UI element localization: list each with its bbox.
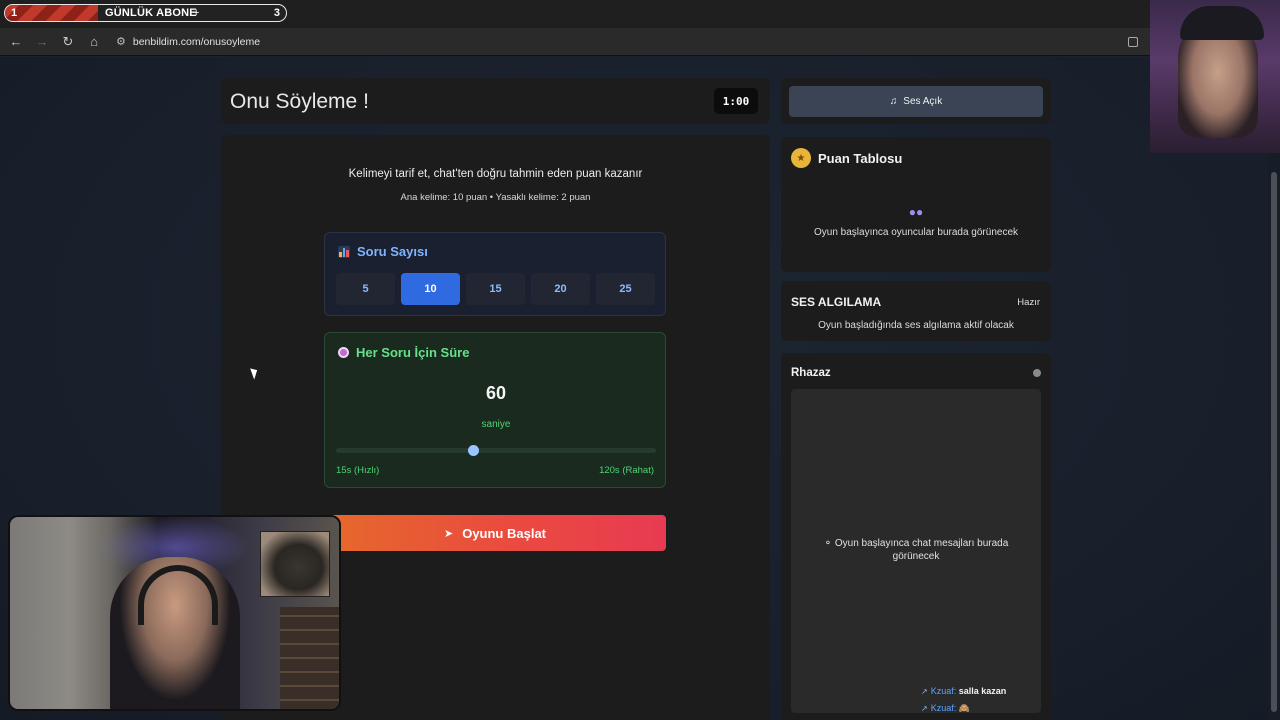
question-count-option[interactable]: 25 bbox=[596, 273, 655, 305]
time-unit: saniye bbox=[481, 419, 511, 430]
question-count-option[interactable]: 5 bbox=[336, 273, 395, 305]
tab-strip: 1 GÜNLÜK ABONE + 3 bbox=[0, 0, 1280, 28]
start-game-button[interactable]: ➤ Oyunu Başlat bbox=[324, 515, 666, 551]
sub-goal-title: GÜNLÜK ABONE bbox=[105, 7, 197, 19]
chat-empty-text: ⚬ Oyun başlayınca chat mesajları burada … bbox=[811, 537, 1021, 563]
gamepad-icon: ●● bbox=[908, 205, 924, 219]
sound-toggle-button[interactable]: ♫ Ses Açık bbox=[789, 86, 1043, 117]
page-scrollbar[interactable] bbox=[1268, 57, 1280, 720]
question-count-option[interactable]: 15 bbox=[466, 273, 525, 305]
url-text: benbildim.com/onusoyleme bbox=[132, 35, 261, 48]
question-count-option[interactable]: 20 bbox=[531, 273, 590, 305]
scoreboard-empty-text: Oyun başlayınca oyuncular burada görünec… bbox=[813, 227, 1019, 238]
time-per-question-section: Her Soru İçin Süre 60 saniye 15s (Hızlı)… bbox=[324, 332, 666, 488]
voice-detection-status: Hazır bbox=[1017, 297, 1040, 308]
chat-message-text: 🙈 bbox=[958, 703, 970, 713]
start-game-label: Oyunu Başlat bbox=[462, 525, 546, 541]
webcam-bookshelf bbox=[280, 607, 339, 709]
home-icon[interactable]: ⌂ bbox=[82, 30, 106, 54]
extension-icon[interactable] bbox=[1128, 36, 1138, 47]
time-slider-max-label: 120s (Rahat) bbox=[599, 465, 654, 476]
trophy-icon: ★ bbox=[791, 148, 811, 168]
time-label-text: Her Soru İçin Süre bbox=[356, 345, 470, 360]
voice-detection-message: Oyun başladığında ses algılama aktif ola… bbox=[818, 320, 1014, 331]
guest-cap bbox=[1180, 6, 1264, 40]
guest-webcam bbox=[1150, 0, 1280, 153]
chat-messages-area[interactable]: ⚬ Oyun başlayınca chat mesajları burada … bbox=[791, 389, 1041, 713]
connection-status-dot bbox=[1033, 369, 1041, 377]
scoring-text: Ana kelime: 10 puan • Yasaklı kelime: 2 … bbox=[400, 192, 591, 203]
chat-username[interactable]: Kzuaf: bbox=[931, 703, 957, 713]
question-count-option-selected[interactable]: 10 bbox=[401, 273, 460, 305]
chat-empty-label: Oyun başlayınca chat mesajları burada gö… bbox=[834, 538, 1009, 562]
time-value: 60 bbox=[485, 383, 507, 403]
site-info-icon[interactable]: ⚙ bbox=[116, 35, 126, 48]
instructions-text: Kelimeyi tarif et, chat'ten doğru tahmin… bbox=[348, 168, 643, 180]
chat-card: Rhazaz ⚬ Oyun başlayınca chat mesajları … bbox=[781, 353, 1051, 720]
sub-goal-plus: + bbox=[193, 7, 200, 19]
address-bar[interactable]: ⚙ benbildim.com/onusoyleme bbox=[112, 30, 1142, 53]
reload-icon[interactable]: ↻ bbox=[56, 30, 80, 54]
time-label: Her Soru İçin Süre bbox=[338, 345, 469, 360]
time-slider-thumb[interactable] bbox=[468, 445, 480, 456]
forward-icon[interactable]: → bbox=[30, 30, 54, 54]
scoreboard-header: ★ Puan Tablosu bbox=[791, 148, 902, 168]
timer-display: 1:00 bbox=[714, 88, 758, 114]
sound-card: ♫ Ses Açık bbox=[781, 78, 1051, 124]
speaker-icon: ♫ bbox=[889, 96, 898, 107]
question-count-label: Soru Sayısı bbox=[338, 244, 428, 259]
chat-message: ↗ Kzuaf: salla kazan bbox=[921, 686, 1006, 696]
voice-detection-title: SES ALGILAMA bbox=[791, 295, 882, 309]
voice-detection-card: SES ALGILAMA Hazır Oyun başladığında ses… bbox=[781, 281, 1051, 341]
sub-goal-current: 1 bbox=[11, 7, 18, 19]
game-header: Onu Söyleme ! 1:00 bbox=[221, 78, 770, 124]
scoreboard-card: ★ Puan Tablosu ●● Oyun başlayınca oyuncu… bbox=[781, 137, 1051, 272]
question-count-options: 5 10 15 20 25 bbox=[336, 273, 655, 305]
back-icon[interactable]: ← bbox=[4, 30, 28, 54]
scrollbar-thumb[interactable] bbox=[1271, 172, 1277, 712]
sub-goal-progress-bar: 1 GÜNLÜK ABONE + 3 bbox=[4, 4, 287, 22]
question-count-label-text: Soru Sayısı bbox=[357, 244, 428, 259]
alarm-clock-icon bbox=[338, 347, 349, 358]
browser-toolbar: ← → ↻ ⌂ ⚙ benbildim.com/onusoyleme bbox=[0, 28, 1280, 56]
chat-message-text: salla kazan bbox=[958, 686, 1007, 696]
time-slider[interactable] bbox=[336, 445, 656, 456]
rocket-icon: ➤ bbox=[443, 527, 454, 540]
page-title: Onu Söyleme ! bbox=[230, 90, 369, 113]
chat-message: ↗ Kzuaf: 🙈 bbox=[921, 703, 970, 714]
sub-goal-progress-fill bbox=[5, 5, 98, 21]
speech-bubble-icon: ⚬ bbox=[823, 538, 835, 549]
question-count-section: Soru Sayısı 5 10 15 20 25 bbox=[324, 232, 666, 316]
pin-icon: ↗ bbox=[921, 687, 928, 696]
chat-username[interactable]: Kzuaf: bbox=[931, 686, 957, 696]
chat-channel-name: Rhazaz bbox=[791, 367, 831, 379]
time-slider-min-label: 15s (Hızlı) bbox=[336, 465, 380, 476]
sound-toggle-label: Ses Açık bbox=[903, 96, 943, 107]
bar-chart-icon bbox=[338, 245, 350, 258]
sub-goal-target: 3 bbox=[273, 7, 280, 19]
scoreboard-title: Puan Tablosu bbox=[818, 150, 903, 166]
secondary-webcam bbox=[260, 531, 330, 597]
pin-icon: ↗ bbox=[921, 704, 928, 713]
